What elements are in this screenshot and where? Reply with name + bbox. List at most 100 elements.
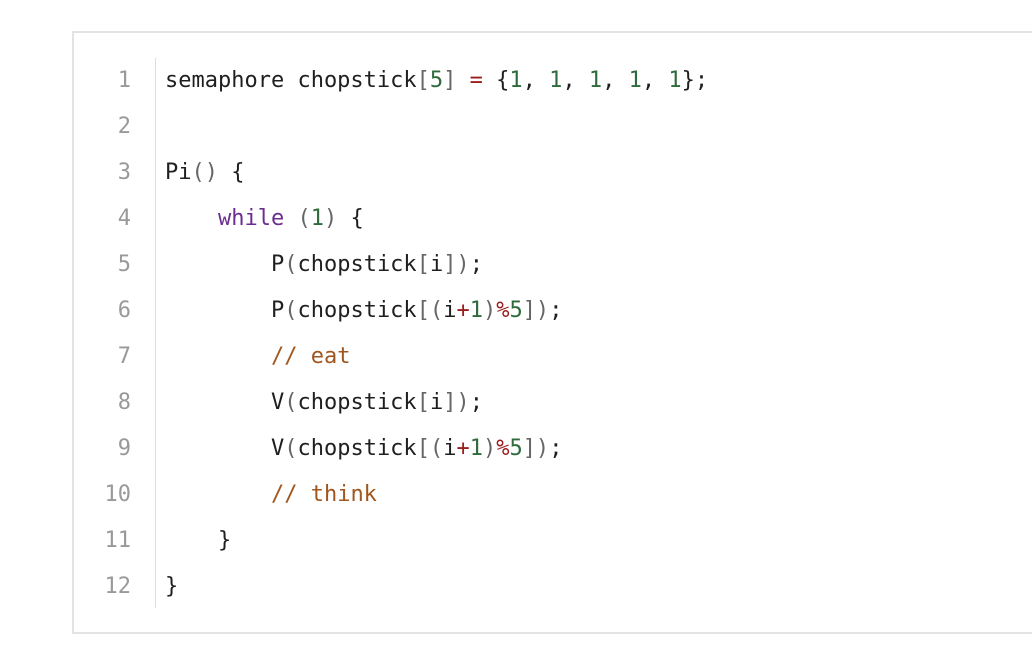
line-number: 5: [117, 252, 131, 277]
line-number: 10: [104, 482, 132, 507]
code-token: {: [482, 68, 510, 93]
code-token: (: [284, 436, 298, 461]
code-token: [: [416, 252, 430, 277]
line-number: 2: [117, 114, 131, 139]
code-line: 12}: [0, 564, 1032, 610]
code-token: chopstick: [297, 390, 417, 415]
code-token: ,: [641, 68, 669, 93]
code-token: ;: [549, 298, 563, 323]
code-token: {: [337, 206, 364, 231]
code-token: (: [284, 298, 298, 323]
code-token: +: [456, 436, 470, 461]
code-token: // think: [270, 482, 377, 507]
code-token: +: [456, 298, 470, 323]
code-token: chopstick: [297, 252, 417, 277]
code-line: 10 // think: [0, 472, 1032, 518]
code-token: (): [191, 160, 219, 185]
line-code: semaphore chopstick[5] = {1, 1, 1, 1, 1}…: [165, 58, 708, 104]
code-token: ,: [602, 68, 629, 93]
code-token: while: [217, 206, 285, 231]
code-token: ]): [443, 390, 470, 415]
code-token: ): [482, 298, 497, 323]
code-token: [(: [416, 436, 444, 461]
line-number: 7: [117, 344, 131, 369]
code-token: i: [443, 298, 457, 323]
code-token: 1: [588, 68, 603, 93]
code-line: 9 V(chopstick[(i+1)%5]);: [0, 426, 1032, 472]
code-token: V: [165, 390, 285, 415]
code-token: [(: [416, 298, 444, 323]
code-token: };: [681, 68, 709, 93]
code-line: 3 Pi() {: [0, 150, 1032, 196]
line-number: 4: [117, 206, 131, 231]
code-token: 1: [668, 68, 682, 93]
code-line: 6 P(chopstick[(i+1)%5]);: [0, 288, 1032, 334]
line-code: P(chopstick[i]);: [165, 242, 483, 288]
line-number: 3: [117, 160, 131, 185]
code-token: ): [323, 206, 338, 231]
code-token: chopstick: [297, 298, 417, 323]
code-token: (: [284, 390, 298, 415]
code-token: 1: [469, 298, 483, 323]
code-token: i: [429, 252, 444, 277]
code-token: ]): [443, 252, 470, 277]
code-token: {: [218, 160, 245, 185]
line-number: 1: [117, 68, 131, 93]
code-token: 1: [509, 68, 523, 93]
code-token: 5: [509, 298, 523, 323]
line-number: 12: [104, 574, 132, 599]
code-token: ]): [522, 436, 550, 461]
code-token: [: [416, 68, 430, 93]
line-number: 8: [117, 390, 131, 415]
line-number: 6: [117, 298, 131, 323]
code-token: P: [165, 252, 285, 277]
code-token: chopstick: [297, 436, 417, 461]
code-token: %: [496, 298, 510, 323]
code-token: i: [429, 390, 444, 415]
code-token: (: [284, 252, 298, 277]
line-code: // think: [165, 472, 377, 518]
code-token: ): [482, 436, 497, 461]
line-code: Pi() {: [165, 150, 245, 196]
code-token: ]): [522, 298, 550, 323]
code-line: 2: [0, 104, 1032, 150]
code-token: V: [165, 436, 285, 461]
line-code: P(chopstick[(i+1)%5]);: [165, 288, 562, 334]
code-token: }: [165, 574, 179, 599]
code-token: 1: [549, 68, 563, 93]
line-code: }: [165, 518, 231, 564]
code-line: 11 }: [0, 518, 1032, 564]
code-line: 5 P(chopstick[i]);: [0, 242, 1032, 288]
code-token: Pi: [165, 160, 192, 185]
code-token: [: [416, 390, 430, 415]
code-token: ]: [443, 68, 457, 93]
code-token: 5: [429, 68, 444, 93]
code-token: ;: [549, 436, 563, 461]
code-token: ;: [469, 252, 483, 277]
line-number: 11: [104, 528, 132, 553]
code-token: (: [297, 206, 311, 231]
code-line: 4 while (1) {: [0, 196, 1032, 242]
code-token: 1: [469, 436, 483, 461]
code-token: ,: [562, 68, 589, 93]
code-line: 7 // eat: [0, 334, 1032, 380]
line-code: // eat: [165, 334, 350, 380]
line-code: }: [165, 564, 178, 610]
code-token: =: [469, 68, 483, 93]
code-token: 1: [310, 206, 324, 231]
code-token: %: [496, 436, 510, 461]
line-code: V(chopstick[(i+1)%5]);: [165, 426, 562, 472]
code-token: 5: [509, 436, 523, 461]
code-token: 1: [628, 68, 642, 93]
code-token: }: [165, 528, 232, 553]
line-code: while (1) {: [165, 196, 364, 242]
code-token: ,: [522, 68, 550, 93]
line-code: V(chopstick[i]);: [165, 380, 483, 426]
code-line: 8 V(chopstick[i]);: [0, 380, 1032, 426]
code-line: 1 semaphore chopstick[5] = {1, 1, 1, 1, 1…: [0, 58, 1032, 104]
code-token: semaphore chopstick: [165, 68, 417, 93]
